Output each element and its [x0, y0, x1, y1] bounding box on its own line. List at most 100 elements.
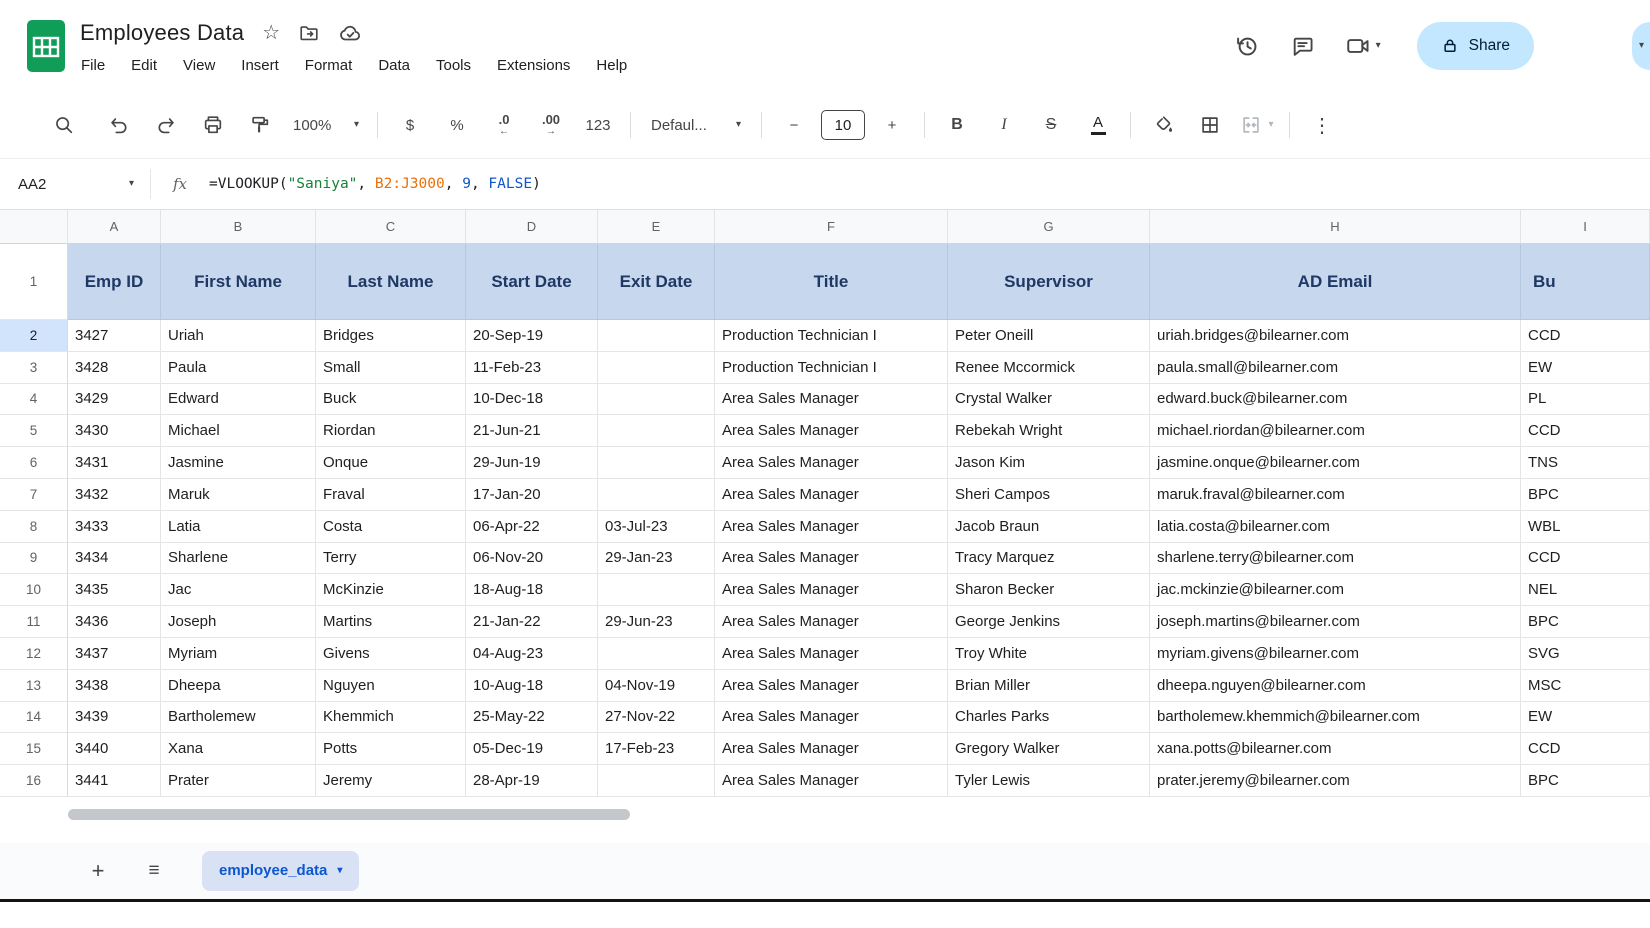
cell[interactable]: Troy White [948, 638, 1150, 670]
row-header[interactable]: 8 [0, 511, 68, 543]
cell[interactable]: 29-Jun-19 [466, 447, 598, 479]
account-menu-partial[interactable]: ▾ [1632, 22, 1650, 70]
print-button[interactable] [193, 105, 233, 145]
format-currency-button[interactable]: $ [390, 105, 430, 145]
cell[interactable]: prater.jeremy@bilearner.com [1150, 765, 1521, 797]
cell[interactable]: CCD [1521, 415, 1650, 447]
cell[interactable] [598, 447, 715, 479]
cell[interactable]: 20-Sep-19 [466, 320, 598, 352]
horizontal-scrollbar[interactable] [68, 809, 630, 820]
more-formats-button[interactable]: 123 [578, 105, 618, 145]
row-header[interactable]: 11 [0, 606, 68, 638]
column-header[interactable]: G [948, 210, 1150, 244]
cell[interactable]: 3438 [68, 670, 161, 702]
cell[interactable]: Sharon Becker [948, 574, 1150, 606]
cell[interactable]: Area Sales Manager [715, 606, 948, 638]
header-cell[interactable]: Bu [1521, 244, 1650, 320]
cell[interactable]: 3436 [68, 606, 161, 638]
cell[interactable]: Tyler Lewis [948, 765, 1150, 797]
cell[interactable]: 10-Aug-18 [466, 670, 598, 702]
cell[interactable]: 3428 [68, 352, 161, 384]
increase-font-size-button[interactable]: + [872, 105, 912, 145]
font-select[interactable]: Defaul... ▾ [643, 105, 749, 145]
cell[interactable]: joseph.martins@bilearner.com [1150, 606, 1521, 638]
cell[interactable] [598, 574, 715, 606]
cell[interactable]: sharlene.terry@bilearner.com [1150, 543, 1521, 575]
cell[interactable]: 10-Dec-18 [466, 384, 598, 416]
cell[interactable]: Renee Mccormick [948, 352, 1150, 384]
formula-text[interactable]: =VLOOKUP("Saniya", B2:J3000, 9, FALSE) [209, 176, 541, 192]
grid-corner[interactable] [0, 210, 68, 244]
cell[interactable]: 05-Dec-19 [466, 733, 598, 765]
cell[interactable]: CCD [1521, 320, 1650, 352]
cell[interactable]: EW [1521, 352, 1650, 384]
column-header[interactable]: A [68, 210, 161, 244]
cell[interactable]: Potts [316, 733, 466, 765]
column-header[interactable]: E [598, 210, 715, 244]
cell[interactable]: Jasmine [161, 447, 316, 479]
cell[interactable]: Gregory Walker [948, 733, 1150, 765]
decrease-font-size-button[interactable]: − [774, 105, 814, 145]
cell[interactable]: Crystal Walker [948, 384, 1150, 416]
cell[interactable] [598, 320, 715, 352]
cell[interactable]: Area Sales Manager [715, 511, 948, 543]
cell[interactable]: 25-May-22 [466, 702, 598, 734]
cell[interactable]: Michael [161, 415, 316, 447]
paint-format-button[interactable] [240, 105, 280, 145]
cell[interactable]: paula.small@bilearner.com [1150, 352, 1521, 384]
header-cell[interactable]: First Name [161, 244, 316, 320]
cell[interactable]: maruk.fraval@bilearner.com [1150, 479, 1521, 511]
cell[interactable]: 28-Apr-19 [466, 765, 598, 797]
cell[interactable]: 04-Aug-23 [466, 638, 598, 670]
cell[interactable]: 3431 [68, 447, 161, 479]
cell[interactable]: 21-Jan-22 [466, 606, 598, 638]
menu-help[interactable]: Help [583, 53, 640, 78]
name-box[interactable]: AA2 ▾ [0, 159, 150, 209]
cell[interactable]: Brian Miller [948, 670, 1150, 702]
cell[interactable]: Area Sales Manager [715, 384, 948, 416]
cell[interactable]: Sharlene [161, 543, 316, 575]
menu-format[interactable]: Format [292, 53, 366, 78]
bold-button[interactable]: B [937, 105, 977, 145]
cell[interactable] [598, 352, 715, 384]
borders-button[interactable] [1190, 105, 1230, 145]
cell[interactable]: EW [1521, 702, 1650, 734]
menu-tools[interactable]: Tools [423, 53, 484, 78]
row-header[interactable]: 14 [0, 702, 68, 734]
cell[interactable]: Production Technician I [715, 320, 948, 352]
header-cell[interactable]: AD Email [1150, 244, 1521, 320]
cell[interactable]: Fraval [316, 479, 466, 511]
cell[interactable]: Sheri Campos [948, 479, 1150, 511]
cell[interactable]: Area Sales Manager [715, 670, 948, 702]
search-button[interactable] [44, 105, 84, 145]
cell[interactable]: Area Sales Manager [715, 574, 948, 606]
cell[interactable]: 21-Jun-21 [466, 415, 598, 447]
cell[interactable]: Bartholemew [161, 702, 316, 734]
cell[interactable]: edward.buck@bilearner.com [1150, 384, 1521, 416]
cell[interactable]: Area Sales Manager [715, 733, 948, 765]
cell[interactable]: George Jenkins [948, 606, 1150, 638]
column-header[interactable]: F [715, 210, 948, 244]
all-sheets-button[interactable]: ≡ [136, 853, 172, 889]
cell[interactable]: Buck [316, 384, 466, 416]
cell[interactable]: xana.potts@bilearner.com [1150, 733, 1521, 765]
cell[interactable]: Area Sales Manager [715, 447, 948, 479]
row-header[interactable]: 5 [0, 415, 68, 447]
cell[interactable]: Area Sales Manager [715, 702, 948, 734]
meet-button[interactable]: ▾ [1345, 33, 1381, 59]
menu-view[interactable]: View [170, 53, 228, 78]
zoom-select[interactable]: 100% ▾ [287, 105, 365, 145]
sheets-logo-icon[interactable] [26, 19, 66, 73]
cell[interactable]: MSC [1521, 670, 1650, 702]
cell[interactable]: Area Sales Manager [715, 765, 948, 797]
strikethrough-button[interactable]: S [1031, 105, 1071, 145]
cell[interactable]: Nguyen [316, 670, 466, 702]
cell[interactable]: jasmine.onque@bilearner.com [1150, 447, 1521, 479]
row-header[interactable]: 16 [0, 765, 68, 797]
cell[interactable]: Prater [161, 765, 316, 797]
share-button[interactable]: Share [1417, 22, 1534, 70]
cell[interactable]: Jeremy [316, 765, 466, 797]
cell[interactable]: 3430 [68, 415, 161, 447]
cell[interactable]: Production Technician I [715, 352, 948, 384]
redo-button[interactable] [146, 105, 186, 145]
